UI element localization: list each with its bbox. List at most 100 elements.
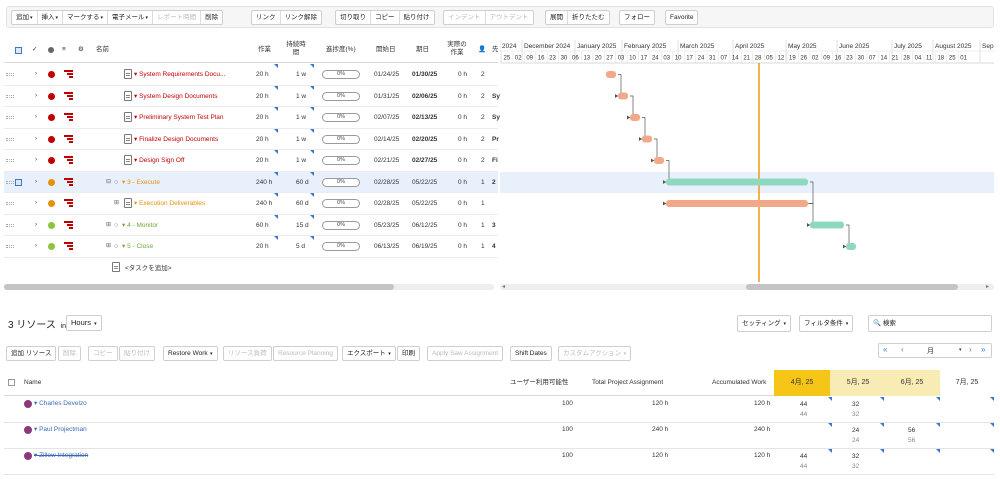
total-assignment-cell[interactable]: 120 h <box>652 399 668 409</box>
status-dot[interactable] <box>48 243 55 250</box>
start-column-header[interactable]: 開始日 <box>376 46 396 54</box>
task-name[interactable]: ▾ System Requirements Docu... <box>134 64 225 85</box>
work-cell[interactable]: 20 h <box>256 129 269 150</box>
priority-icon[interactable] <box>64 91 73 100</box>
priority-icon[interactable] <box>64 242 73 250</box>
task-name[interactable]: ▾ 5 - Close <box>122 236 153 257</box>
resource-action-button[interactable]: Resource Planning <box>273 346 338 361</box>
progress-bar[interactable]: 0% <box>322 134 360 144</box>
collapse-icon[interactable]: ⊟ <box>106 172 111 193</box>
work-cell[interactable]: 60 h <box>256 215 269 236</box>
status-dot[interactable] <box>48 221 55 229</box>
start-date-cell[interactable]: 01/24/25 <box>374 64 399 85</box>
priority-icon[interactable] <box>64 220 73 229</box>
availability-header[interactable]: ユーザー利用可能性 <box>510 378 568 388</box>
status-dot[interactable] <box>48 157 55 164</box>
expand-icon[interactable]: ⊞ <box>114 193 119 214</box>
duration-cell[interactable]: 1 w <box>296 129 306 150</box>
chevron-right-icon[interactable]: › <box>35 150 37 171</box>
drag-handle-icon[interactable] <box>6 202 14 205</box>
row-checkbox[interactable] <box>15 178 22 186</box>
chevron-right-icon[interactable]: › <box>35 193 37 214</box>
toolbar-button[interactable]: 電子メール▾ <box>108 11 154 24</box>
task-row[interactable]: › ⊞ ○ ▾ 4 - Monitor 60 h 15 d 0% 05/23/25 06/12/… <box>4 214 498 236</box>
availability-cell[interactable]: 100 <box>562 451 573 461</box>
document-icon[interactable] <box>124 69 132 79</box>
drag-handle-icon[interactable] <box>6 116 14 119</box>
due-date-cell[interactable]: 05/22/25 <box>412 172 437 193</box>
accumulated-work-cell[interactable]: 240 h <box>754 425 770 435</box>
duration-cell[interactable]: 1 w <box>296 150 306 171</box>
chevron-right-icon[interactable]: › <box>35 236 37 257</box>
priority-icon[interactable] <box>64 177 73 186</box>
resource-name[interactable]: ▾ Charles Develzo <box>34 399 87 409</box>
resource-action-button[interactable]: カスタムアクション ▾ <box>558 346 632 361</box>
gear-icon[interactable]: ⚙ <box>78 46 84 54</box>
resource-action-button[interactable]: Restore Work ▾ <box>163 346 218 361</box>
collapse-icon[interactable]: ⊞ <box>106 215 111 236</box>
due-date-cell[interactable]: 02/06/25 <box>412 86 437 107</box>
task-row[interactable]: › ▾ Preliminary System Test Plan 20 h1 w 0%… <box>4 107 500 129</box>
status-dot[interactable] <box>48 135 55 143</box>
start-date-cell[interactable]: 02/21/25 <box>374 150 399 171</box>
actual-work-cell[interactable]: 0 h <box>458 150 467 171</box>
document-icon[interactable] <box>124 133 132 144</box>
select-all-resources-checkbox[interactable] <box>8 379 15 386</box>
toolbar-button[interactable]: フォロー <box>620 11 654 24</box>
predecessor-cell[interactable]: Fi <box>492 150 498 171</box>
resource-row[interactable]: ▾ Zillow Integration 100 120 h 120 h 44 44 32 3… <box>4 449 994 475</box>
collapse-icon[interactable]: ⊞ <box>106 236 111 257</box>
actual-work-cell[interactable]: 0 h <box>458 107 467 128</box>
duration-cell[interactable]: 60 d <box>296 193 309 214</box>
month-column-header[interactable]: 6月, 25 <box>884 370 940 396</box>
progress-bar[interactable]: 0% <box>322 156 360 165</box>
status-dot[interactable] <box>48 200 55 207</box>
drag-handle-icon[interactable] <box>6 223 14 227</box>
drag-handle-icon[interactable] <box>6 137 14 141</box>
resource-count-cell[interactable]: 1 <box>481 193 485 214</box>
toolbar-button[interactable]: 追加▾ <box>12 11 38 24</box>
toolbar-button[interactable]: 削除 <box>201 11 222 24</box>
status-dot[interactable] <box>48 114 55 121</box>
start-date-cell[interactable]: 02/07/25 <box>374 107 399 128</box>
work-cell[interactable]: 20 h <box>256 150 269 171</box>
resource-count-cell[interactable]: 2 <box>481 107 485 128</box>
task-name[interactable]: ▾ System Design Documents <box>134 86 217 107</box>
toolbar-button[interactable]: 折りたたむ <box>568 11 609 24</box>
actual-work-cell[interactable]: 0 h <box>458 172 467 193</box>
availability-cell[interactable]: 100 <box>562 425 573 435</box>
drag-handle-icon[interactable] <box>6 245 14 248</box>
resource-action-button[interactable]: 追加 リソース <box>6 346 57 361</box>
predecessor-cell[interactable]: 4 <box>492 236 496 257</box>
progress-bar[interactable]: 0% <box>322 91 360 101</box>
resource-count-cell[interactable]: 2 <box>481 129 485 150</box>
task-row[interactable]: › ▾ Finalize Design Documents 20 h1 w 0% 02/… <box>4 128 499 150</box>
priority-icon[interactable] <box>64 113 73 121</box>
due-date-cell[interactable]: 01/30/25 <box>412 64 437 85</box>
progress-bar[interactable]: 0% <box>322 242 360 251</box>
resource-row[interactable]: ▾ Paul Projectman 100 240 h 240 h 24 24 56 56 <box>4 423 994 449</box>
chart-scrollbar[interactable] <box>500 284 994 290</box>
status-column-icon[interactable] <box>48 47 54 53</box>
duration-cell[interactable]: 1 w <box>296 107 306 128</box>
task-name[interactable]: ▾ 4 - Monitor <box>122 215 158 236</box>
accumulated-work-cell[interactable]: 120 h <box>754 399 770 409</box>
duration-cell[interactable]: 1 w <box>296 64 306 85</box>
start-date-cell[interactable]: 02/28/25 <box>374 193 399 214</box>
drag-handle-icon[interactable] <box>6 94 14 98</box>
name-header[interactable]: Name <box>24 378 41 388</box>
chevron-right-icon[interactable]: › <box>35 107 37 128</box>
work-cell[interactable]: 20 h <box>256 86 269 107</box>
drag-handle-icon[interactable] <box>6 180 14 184</box>
priority-icon[interactable] <box>64 134 73 143</box>
resource-action-button[interactable]: コピー <box>88 346 118 361</box>
resource-action-button[interactable]: 削除 <box>58 346 81 361</box>
progress-column-header[interactable]: 進捗度(%) <box>326 46 356 54</box>
predecessor-cell[interactable]: 2 <box>492 172 496 193</box>
period-select[interactable]: 月 <box>927 346 934 356</box>
duration-cell[interactable]: 1 w <box>296 86 306 107</box>
start-date-cell[interactable]: 02/14/25 <box>374 129 399 150</box>
chart-scroll-right-icon[interactable]: ▸ <box>986 283 989 290</box>
progress-bar[interactable]: 0% <box>322 220 360 230</box>
month-value[interactable]: 32 <box>852 400 859 410</box>
